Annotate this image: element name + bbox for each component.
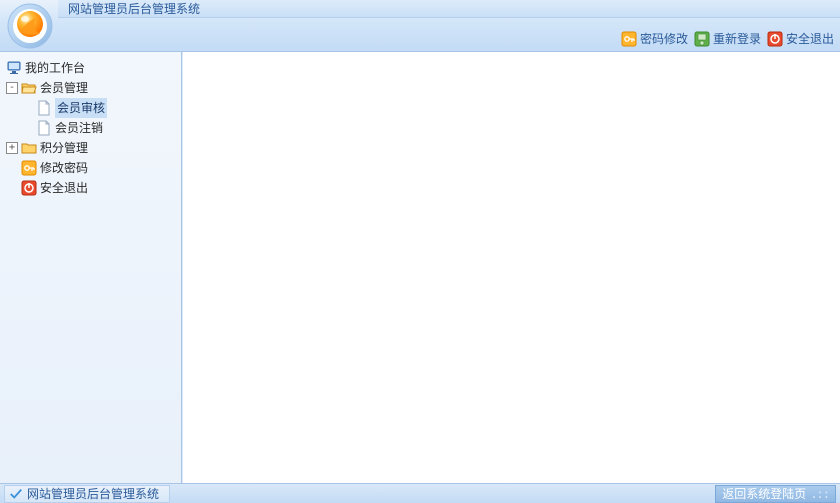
member-mgmt-label: 会员管理 [40, 78, 88, 98]
content-area [182, 52, 840, 483]
member-audit-label: 会员审核 [55, 98, 107, 118]
folder-open-icon [21, 80, 37, 96]
safe-exit-label: 安全退出 [40, 178, 88, 198]
safe-exit-link[interactable]: 安全退出 [767, 30, 834, 47]
return-login-label: 返回系统登陆页 [722, 485, 806, 502]
resize-grip-icon: .:: [810, 487, 829, 501]
points-mgmt-label: 积分管理 [40, 138, 88, 158]
change-password-link[interactable]: 密码修改 [621, 30, 688, 47]
power-icon [767, 31, 783, 47]
safe-exit-label: 安全退出 [786, 30, 834, 47]
sidebar-item-member-audit[interactable]: 会员审核 [19, 98, 177, 118]
power-icon [21, 180, 37, 196]
member-cancel-label: 会员注销 [55, 118, 103, 138]
sidebar-item-member-mgmt[interactable]: - 会员管理 [4, 78, 177, 98]
relogin-label: 重新登录 [713, 30, 761, 47]
monitor-icon [6, 60, 22, 76]
main-area: 我的工作台 - 会员管理 [0, 52, 840, 483]
window-title: 网站管理员后台管理系统 [58, 0, 840, 18]
return-login-button[interactable]: 返回系统登陆页 .:: [715, 485, 836, 503]
change-password-label: 密码修改 [640, 30, 688, 47]
sidebar-item-change-password[interactable]: 修改密码 [4, 158, 177, 178]
sidebar: 我的工作台 - 会员管理 [0, 52, 182, 483]
sidebar-item-safe-exit[interactable]: 安全退出 [4, 178, 177, 198]
relogin-link[interactable]: 重新登录 [694, 30, 761, 47]
expand-icon[interactable]: + [6, 142, 18, 154]
app-title-text: 网站管理员后台管理系统 [68, 2, 200, 16]
document-icon [36, 100, 52, 116]
status-title: 网站管理员后台管理系统 [27, 485, 159, 502]
header: 网站管理员后台管理系统 密码修改 重新登录 安全退出 [0, 0, 840, 52]
key-icon [21, 160, 37, 176]
workbench-label: 我的工作台 [25, 58, 85, 78]
header-toolbar: 密码修改 重新登录 安全退出 [621, 30, 834, 47]
change-password-label: 修改密码 [40, 158, 88, 178]
relogin-icon [694, 31, 710, 47]
status-bar-left: 网站管理员后台管理系统 [4, 485, 170, 503]
check-icon [9, 487, 23, 501]
nav-tree: 我的工作台 - 会员管理 [4, 58, 177, 198]
collapse-icon[interactable]: - [6, 82, 18, 94]
sidebar-item-points-mgmt[interactable]: + 积分管理 [4, 138, 177, 158]
sidebar-item-member-cancel[interactable]: 会员注销 [19, 118, 177, 138]
app-logo [6, 2, 54, 50]
key-icon [621, 31, 637, 47]
document-icon [36, 120, 52, 136]
folder-icon [21, 140, 37, 156]
sidebar-item-workbench[interactable]: 我的工作台 [4, 58, 177, 78]
status-bar: 网站管理员后台管理系统 返回系统登陆页 .:: [0, 483, 840, 503]
